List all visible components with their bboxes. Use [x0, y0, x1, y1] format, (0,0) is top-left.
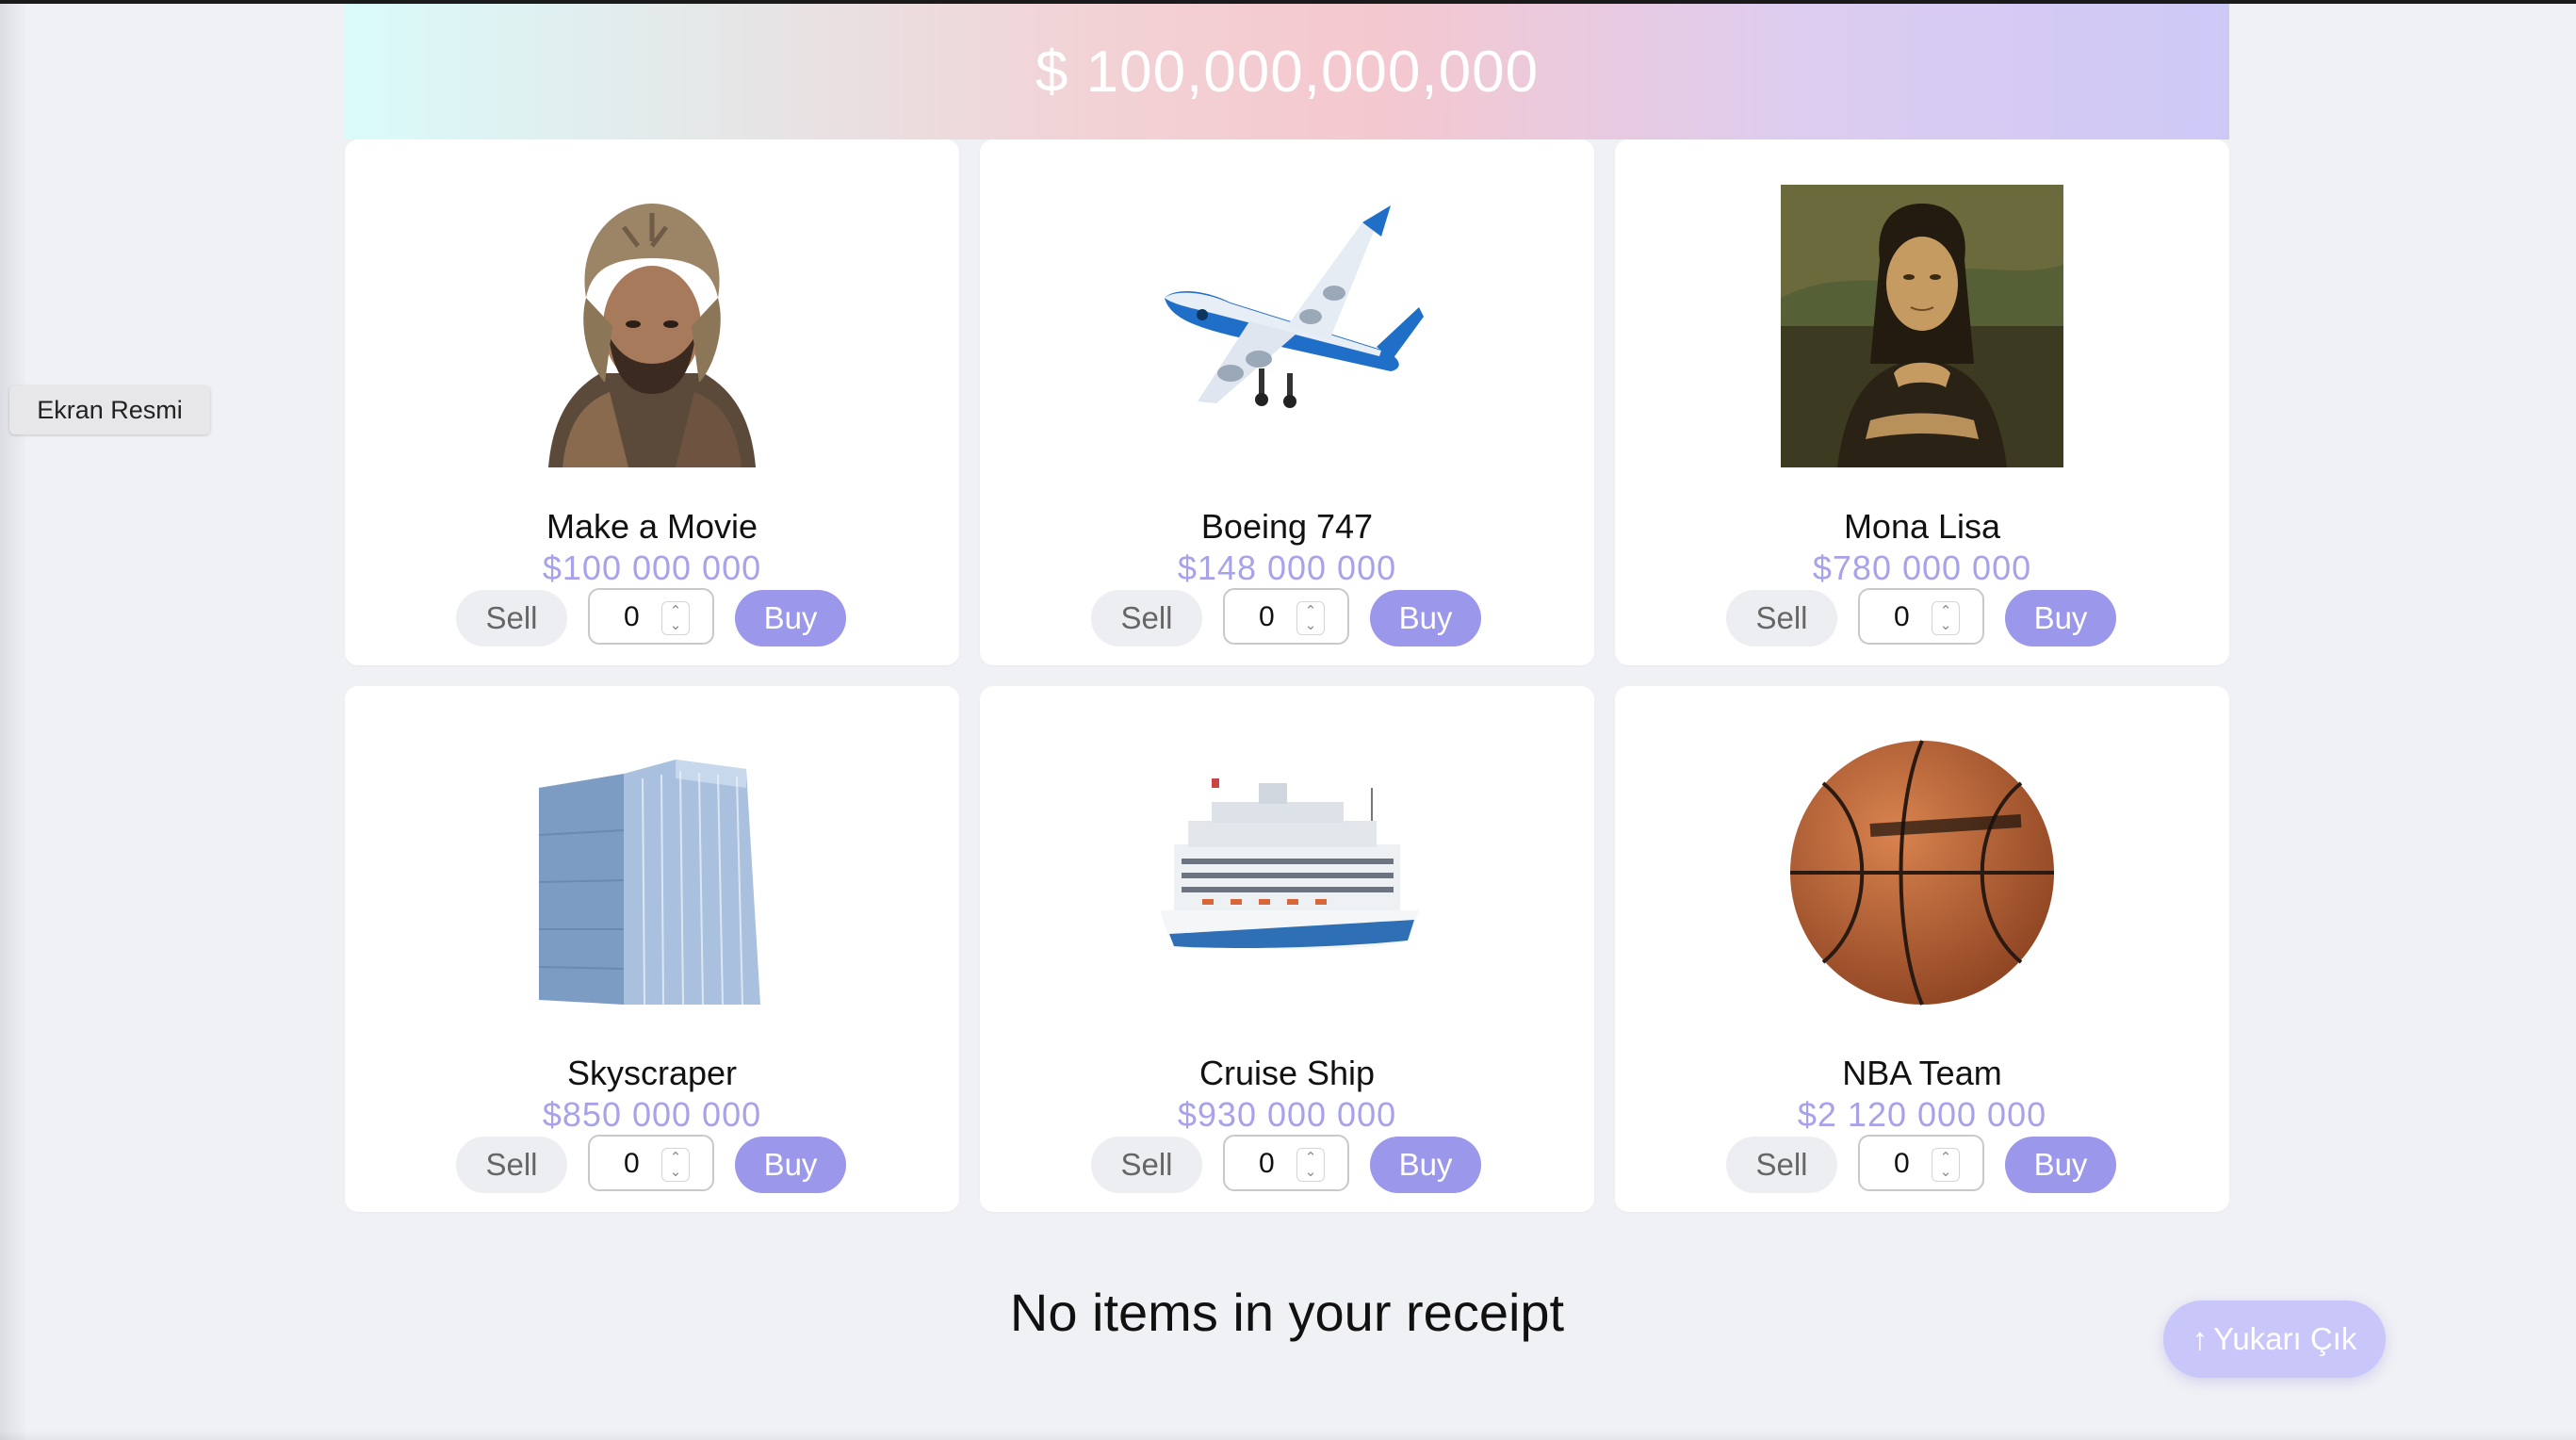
- buy-button[interactable]: Buy: [1370, 590, 1481, 646]
- product-name: Cruise Ship: [1198, 1054, 1376, 1092]
- product-name: Make a Movie: [546, 507, 758, 546]
- quantity-value: 0: [1894, 601, 1910, 632]
- window-bottom-edge: [0, 1431, 2576, 1440]
- quantity-value: 0: [1259, 1148, 1275, 1179]
- spinner-arrows-icon[interactable]: ⌃ ⌄: [661, 601, 690, 635]
- product-name: Boeing 747: [1200, 507, 1374, 546]
- airplane-image: [1146, 185, 1428, 467]
- quantity-value: 0: [1259, 601, 1275, 632]
- product-price: $2 120 000 000: [1797, 1095, 2047, 1134]
- window-left-edge: [0, 4, 26, 1440]
- spinner-arrows-icon[interactable]: ⌃ ⌄: [1932, 601, 1960, 635]
- basketball-image: [1781, 731, 2063, 1014]
- quantity-stepper[interactable]: 0 ⌃ ⌄: [1223, 588, 1349, 645]
- sell-button[interactable]: Sell: [1726, 590, 1837, 646]
- product-price: $780 000 000: [1812, 548, 2032, 587]
- spinner-arrows-icon[interactable]: ⌃ ⌄: [1296, 601, 1325, 635]
- screenshot-button[interactable]: Ekran Resmi: [9, 385, 210, 434]
- quantity-stepper[interactable]: 0 ⌃ ⌄: [1223, 1135, 1349, 1191]
- spinner-arrows-icon[interactable]: ⌃ ⌄: [661, 1148, 690, 1182]
- quantity-value: 0: [1894, 1148, 1910, 1179]
- building-image: [511, 731, 793, 1014]
- sell-button[interactable]: Sell: [1726, 1137, 1837, 1193]
- scroll-to-top-button[interactable]: ↑ Yukarı Çık: [2163, 1301, 2386, 1378]
- balance-banner: $ 100,000,000,000: [345, 4, 2229, 139]
- product-name: Skyscraper: [566, 1054, 738, 1092]
- product-price: $148 000 000: [1177, 548, 1397, 587]
- buy-button[interactable]: Buy: [2005, 590, 2116, 646]
- product-card-boeing-747: Boeing 747 $148 000 000 Sell 0 ⌃ ⌄ Buy: [980, 139, 1594, 665]
- receipt-empty-message: No items in your receipt: [1009, 1283, 1565, 1342]
- sell-button[interactable]: Sell: [456, 590, 567, 646]
- scroll-to-top-label: Yukarı Çık: [2213, 1321, 2357, 1356]
- arrow-up-icon: ↑: [2192, 1321, 2209, 1356]
- quantity-stepper[interactable]: 0 ⌃ ⌄: [588, 1135, 714, 1191]
- quantity-stepper[interactable]: 0 ⌃ ⌄: [1858, 1135, 1984, 1191]
- product-card-make-a-movie: Make a Movie $100 000 000 Sell 0 ⌃ ⌄ Buy: [345, 139, 959, 665]
- product-card-cruise-ship: Cruise Ship $930 000 000 Sell 0 ⌃ ⌄ Buy: [980, 686, 1594, 1212]
- buy-button[interactable]: Buy: [735, 1137, 846, 1193]
- buy-button[interactable]: Buy: [2005, 1137, 2116, 1193]
- product-name: Mona Lisa: [1843, 507, 2001, 546]
- product-price: $850 000 000: [542, 1095, 762, 1134]
- product-card-nba-team: NBA Team $2 120 000 000 Sell 0 ⌃ ⌄ Buy: [1615, 686, 2229, 1212]
- spinner-arrows-icon[interactable]: ⌃ ⌄: [1296, 1148, 1325, 1182]
- sell-button[interactable]: Sell: [1091, 1137, 1202, 1193]
- product-name: NBA Team: [1842, 1054, 2002, 1092]
- balance-amount: $ 100,000,000,000: [1035, 39, 1540, 105]
- spinner-arrows-icon[interactable]: ⌃ ⌄: [1932, 1148, 1960, 1182]
- buy-button[interactable]: Buy: [1370, 1137, 1481, 1193]
- quantity-stepper[interactable]: 0 ⌃ ⌄: [588, 588, 714, 645]
- sell-button[interactable]: Sell: [456, 1137, 567, 1193]
- sell-button[interactable]: Sell: [1091, 590, 1202, 646]
- quantity-value: 0: [624, 601, 640, 632]
- quantity-value: 0: [624, 1148, 640, 1179]
- product-price: $100 000 000: [542, 548, 762, 587]
- product-card-skyscraper: Skyscraper $850 000 000 Sell 0 ⌃ ⌄ Buy: [345, 686, 959, 1212]
- quantity-stepper[interactable]: 0 ⌃ ⌄: [1858, 588, 1984, 645]
- product-price: $930 000 000: [1177, 1095, 1397, 1134]
- buy-button[interactable]: Buy: [735, 590, 846, 646]
- painting-image: [1781, 185, 2063, 467]
- product-card-mona-lisa: Mona Lisa $780 000 000 Sell 0 ⌃ ⌄ Buy: [1615, 139, 2229, 665]
- actor-image: [511, 185, 793, 467]
- ship-image: [1146, 731, 1428, 1014]
